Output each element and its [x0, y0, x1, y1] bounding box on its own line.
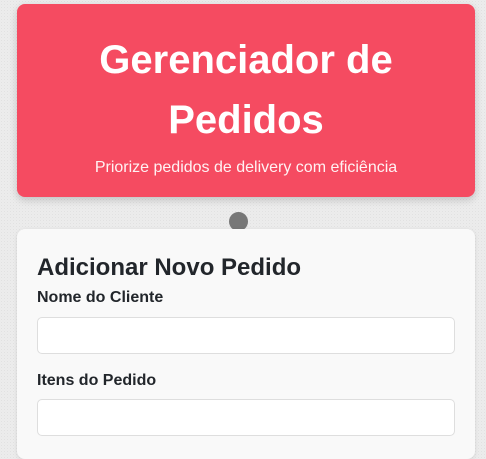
page-title: Gerenciador de Pedidos: [99, 38, 393, 142]
add-order-form-card: Adicionar Novo Pedido Nome do Cliente It…: [17, 229, 475, 459]
app-header: Gerenciador de Pedidos Priorize pedidos …: [17, 4, 475, 197]
page-subtitle: Priorize pedidos de delivery com eficiên…: [94, 159, 398, 176]
order-items-input[interactable]: [37, 399, 455, 436]
form-title: Adicionar Novo Pedido: [37, 254, 302, 281]
order-items-label: Itens do Pedido: [37, 372, 157, 389]
customer-name-input[interactable]: [37, 317, 455, 354]
customer-name-label: Nome do Cliente: [37, 289, 164, 306]
